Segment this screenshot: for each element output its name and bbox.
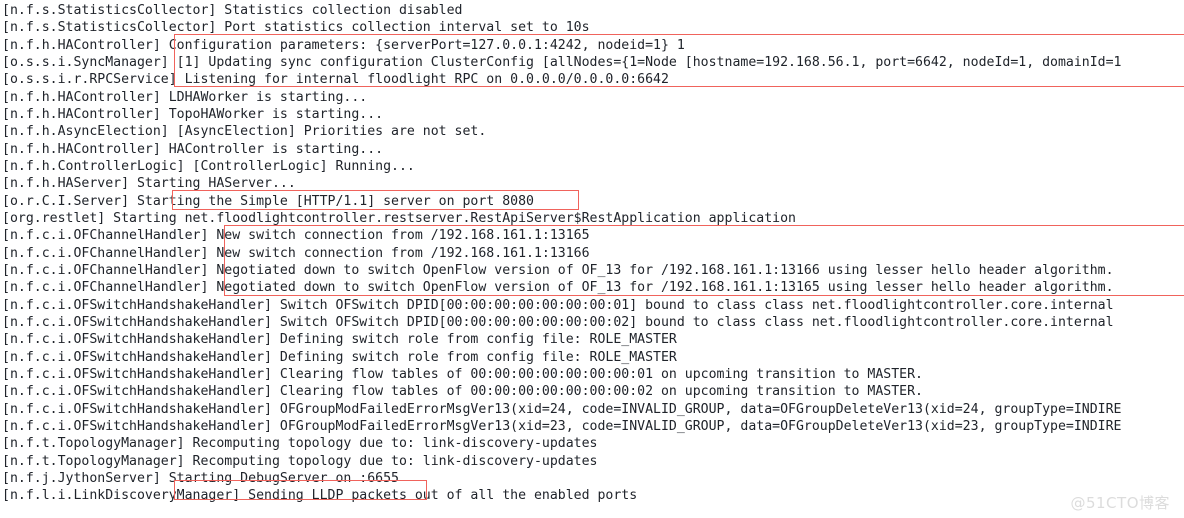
log-line: [n.f.c.i.OFChannelHandler] Negotiated do…: [2, 262, 1114, 278]
log-line: [n.f.t.TopologyManager] Recomputing topo…: [2, 453, 598, 469]
log-line: [n.f.s.StatisticsCollector] Port statist…: [2, 20, 590, 36]
log-line: [n.f.c.i.OFChannelHandler] Negotiated do…: [2, 280, 1114, 296]
log-line: [n.f.h.AsyncElection] [AsyncElection] Pr…: [2, 124, 487, 140]
log-line: [n.f.c.i.OFSwitchHandshakeHandler] OFGro…: [2, 401, 1122, 417]
log-line: [o.r.C.I.Server] Starting the Simple [HT…: [2, 193, 534, 209]
log-line: [n.f.c.i.OFSwitchHandshakeHandler] Switc…: [2, 314, 1114, 330]
log-line: [n.f.h.HAController] TopoHAWorker is sta…: [2, 106, 384, 122]
log-line: [n.f.s.StatisticsCollector] Statistics c…: [2, 3, 463, 18]
log-line: [n.f.h.HAController] HAController is sta…: [2, 141, 384, 157]
log-line: [n.f.j.JythonServer] Starting DebugServe…: [2, 470, 399, 486]
log-line: [n.f.c.i.OFSwitchHandshakeHandler] Defin…: [2, 349, 677, 365]
log-line: [n.f.c.i.OFChannelHandler] New switch co…: [2, 228, 590, 244]
log-line: [org.restlet] Starting net.floodlightcon…: [2, 210, 796, 226]
log-line: [n.f.t.TopologyManager] Recomputing topo…: [2, 436, 598, 452]
log-line: [n.f.c.i.OFSwitchHandshakeHandler] OFGro…: [2, 418, 1122, 434]
log-line-list: [n.f.s.StatisticsCollector] Statistics c…: [2, 2, 1184, 505]
log-line: [o.s.s.i.r.RPCService] Listening for int…: [2, 72, 669, 88]
log-line: [n.f.c.i.OFSwitchHandshakeHandler] Clear…: [2, 384, 923, 400]
log-line: [n.f.c.i.OFSwitchHandshakeHandler] Switc…: [2, 297, 1114, 313]
log-line: [n.f.h.HAController] Configuration param…: [2, 37, 685, 53]
log-line: [n.f.l.i.LinkDiscoveryManager] Sending L…: [2, 488, 638, 504]
log-line: [n.f.h.HAController] LDHAWorker is start…: [2, 89, 368, 105]
terminal-log-console: [n.f.s.StatisticsCollector] Statistics c…: [0, 0, 1184, 518]
log-line: [n.f.h.ControllerLogic] [ControllerLogic…: [2, 158, 415, 174]
log-line: [n.f.c.i.OFSwitchHandshakeHandler] Defin…: [2, 332, 677, 348]
log-line: [o.s.s.i.SyncManager] [1] Updating sync …: [2, 54, 1122, 70]
site-watermark: @51CTO博客: [1070, 493, 1170, 512]
log-line: [n.f.c.i.OFSwitchHandshakeHandler] Clear…: [2, 366, 923, 382]
log-line: [n.f.h.HAServer] Starting HAServer...: [2, 176, 296, 192]
log-line: [n.f.c.i.OFChannelHandler] New switch co…: [2, 245, 590, 261]
